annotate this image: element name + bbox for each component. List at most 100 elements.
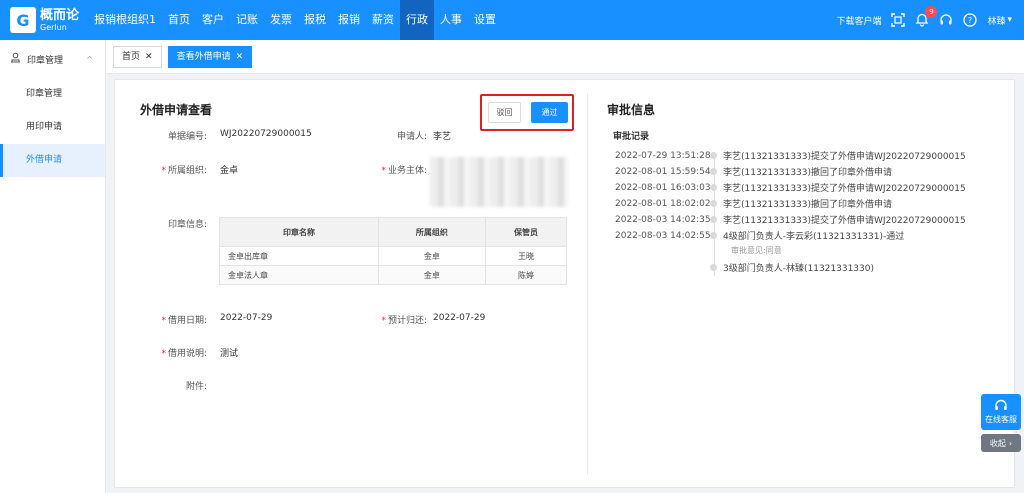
sidebar: 印章管理 ^ 印章管理 用印申请 外借申请 — [0, 40, 106, 493]
chevron-down-icon: ▾ — [1007, 15, 1012, 25]
scan-icon[interactable] — [891, 13, 906, 27]
timeline-text: 李艺(11321331333)提交了外借申请WJ20220729000015 — [723, 184, 966, 194]
applicant-value: 李艺 — [433, 132, 452, 142]
business-label: * 业务主体: — [381, 166, 427, 176]
cell-seal-name: 金卓法人章 — [219, 265, 379, 285]
approval-opinion: 审批意见:同意 — [731, 246, 782, 255]
attachment-label: 附件: — [185, 382, 207, 392]
seal-icon — [10, 52, 21, 66]
timeline-time: 2022-08-01 15:59:54 — [615, 166, 711, 177]
timeline-item: 2022-08-03 14:02:35 李艺(11321331333)提交了外借… — [615, 212, 966, 227]
sidebar-group-seal[interactable]: 印章管理 ^ — [0, 40, 105, 78]
nav-bookkeeping[interactable]: 记账 — [230, 0, 264, 40]
chevron-up-icon: ^ — [86, 54, 93, 64]
collapse-button[interactable]: 收起 › — [981, 434, 1021, 452]
doc-no-label: 单据编号: — [167, 132, 207, 142]
timeline-dot — [710, 168, 717, 175]
pass-button[interactable]: 通过 — [531, 102, 568, 123]
collapse-label: 收起 — [989, 438, 1006, 448]
main-content: 外借申请查看 驳回 通过 单据编号: WJ20220729000015 申请人:… — [114, 79, 1015, 488]
nav-salary[interactable]: 薪资 — [366, 0, 400, 40]
user-menu[interactable]: 林臻 ▾ — [987, 14, 1012, 27]
timeline-item: 2022-08-03 14:02:55 4级部门负责人-李云彩(11321331… — [615, 228, 904, 243]
timeline-dot — [710, 264, 717, 271]
logo-cn-text: 概而论 — [40, 7, 80, 23]
return-date-value: 2022-07-29 — [433, 313, 486, 323]
main-menu: 报销根组织1 首页 客户 记账 发票 报税 报销 薪资 行政 人事 设置 — [88, 0, 502, 40]
sidebar-group-label: 印章管理 — [27, 55, 64, 66]
timeline-text: 4级部门负责人-李云彩(11321331331)-通过 — [723, 232, 905, 242]
tab-view-borrow[interactable]: 查看外借申请 ✕ — [167, 45, 253, 68]
org-label: * 所属组织: — [161, 166, 207, 176]
timeline-item: 2022-08-01 18:02:02 李艺(11321331333)撤回了印章… — [615, 196, 892, 211]
nav-invoice[interactable]: 发票 — [264, 0, 298, 40]
org-value: 金卓 — [220, 166, 239, 176]
user-name: 林臻 — [987, 16, 1006, 27]
seal-table: 印章名称 所属组织 保管员 金卓出库章 金卓 王晓 金卓法人章 金卓 陈婷 — [219, 217, 568, 285]
col-header-org: 所属组织 — [377, 217, 486, 247]
download-client-link[interactable]: 下载客户端 — [836, 14, 881, 27]
headset-icon[interactable] — [939, 13, 953, 27]
col-header-seal-name: 印章名称 — [219, 217, 379, 247]
tabs-bar: 首页 ✕ 查看外借申请 ✕ — [106, 40, 1024, 74]
nav-settings[interactable]: 设置 — [468, 0, 502, 40]
column-divider — [587, 94, 588, 474]
seal-info-label: 印章信息: — [167, 220, 207, 230]
cell-keeper: 王晓 — [484, 246, 568, 266]
timeline-text: 李艺(11321331333)撤回了印章外借申请 — [723, 200, 893, 210]
sidebar-item-borrow[interactable]: 外借申请 — [0, 144, 105, 177]
timeline-time: 2022-08-03 14:02:35 — [615, 214, 711, 225]
table-row: 金卓法人章 金卓 陈婷 — [219, 265, 568, 285]
doc-no-value: WJ20220729000015 — [220, 129, 312, 139]
nav-customer[interactable]: 客户 — [196, 0, 230, 40]
applicant-label: 申请人: — [396, 132, 427, 142]
return-date-label: * 预计归还: — [381, 316, 427, 326]
nav-org[interactable]: 报销根组织1 — [88, 0, 162, 40]
timeline-item-pending: 3级部门负责人-林臻(11321331330) — [615, 260, 874, 275]
borrow-date-value: 2022-07-29 — [220, 313, 273, 323]
detail-title: 外借申请查看 — [140, 103, 213, 117]
close-icon[interactable]: ✕ — [145, 52, 153, 62]
notification-badge: 9 — [925, 6, 938, 18]
timeline-item: 2022-08-01 15:59:54 李艺(11321331333)撤回了印章… — [615, 164, 892, 179]
timeline-text: 3级部门负责人-林臻(11321331330) — [723, 264, 874, 274]
timeline-dot — [710, 152, 717, 159]
timeline-time: 2022-08-01 16:03:03 — [615, 182, 711, 193]
online-service-button[interactable]: 在线客服 — [981, 394, 1021, 430]
nav-admin[interactable]: 行政 — [400, 0, 434, 40]
cell-keeper: 陈婷 — [484, 265, 568, 285]
cell-org: 金卓 — [377, 246, 486, 266]
top-navbar: G 概而论 Gerlun 报销根组织1 首页 客户 记账 发票 报税 报销 薪资… — [0, 0, 1024, 40]
borrow-date-label: * 借用日期: — [161, 316, 207, 326]
nav-reimburse[interactable]: 报销 — [332, 0, 366, 40]
timeline-text: 李艺(11321331333)撤回了印章外借申请 — [723, 168, 893, 178]
nav-tax[interactable]: 报税 — [298, 0, 332, 40]
close-icon[interactable]: ✕ — [236, 52, 244, 62]
nav-home[interactable]: 首页 — [162, 0, 196, 40]
headset-icon — [994, 399, 1008, 414]
cell-org: 金卓 — [377, 265, 486, 285]
table-header-row: 印章名称 所属组织 保管员 — [219, 217, 568, 247]
logo-en-text: Gerlun — [40, 22, 67, 32]
app-logo[interactable]: G 概而论 Gerlun — [10, 7, 88, 33]
action-buttons-highlight: 驳回 通过 — [480, 94, 574, 131]
timeline-dot — [710, 200, 717, 207]
timeline-time: 2022-07-29 13:51:28 — [615, 150, 711, 161]
nav-hr[interactable]: 人事 — [434, 0, 468, 40]
help-icon[interactable]: ? — [963, 13, 978, 27]
logo-icon: G — [10, 7, 36, 33]
reject-button[interactable]: 驳回 — [488, 102, 521, 123]
online-service-label: 在线客服 — [985, 415, 1017, 424]
cell-seal-name: 金卓出库章 — [219, 246, 379, 266]
timeline-time: 2022-08-03 14:02:55 — [615, 230, 711, 241]
timeline-text: 李艺(11321331333)提交了外借申请WJ20220729000015 — [723, 152, 966, 162]
sidebar-item-seal-use[interactable]: 用印申请 — [0, 111, 105, 144]
timeline-dot — [710, 232, 717, 239]
tab-home[interactable]: 首页 ✕ — [113, 45, 162, 68]
sidebar-item-seal-manage[interactable]: 印章管理 — [0, 78, 105, 111]
timeline-text: 李艺(11321331333)提交了外借申请WJ20220729000015 — [723, 216, 966, 226]
desc-label: * 借用说明: — [161, 349, 207, 359]
timeline-item: 2022-08-01 16:03:03 李艺(11321331333)提交了外借… — [615, 180, 966, 195]
timeline-dot — [710, 184, 717, 191]
bell-icon[interactable]: 9 — [915, 6, 938, 27]
